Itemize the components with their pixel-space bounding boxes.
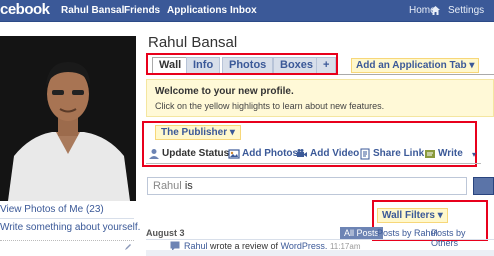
- wall-filters-button[interactable]: Wall Filters ▾: [377, 208, 448, 223]
- video-camera-icon: [297, 149, 307, 157]
- photo-icon: [228, 149, 240, 159]
- write-button[interactable]: Write: [438, 148, 463, 159]
- filter-posts-by-rahul[interactable]: Posts by Rahul: [377, 228, 438, 238]
- nav-item-inbox[interactable]: Inbox: [230, 5, 257, 16]
- facebook-logo[interactable]: cebook: [0, 1, 50, 18]
- update-status-button[interactable]: Update Status: [162, 148, 229, 159]
- filter-posts-by-others[interactable]: Posts by Others: [431, 228, 494, 248]
- nav-item-settings[interactable]: Settings: [448, 5, 484, 16]
- welcome-text: Click on the yellow highlights to learn …: [155, 101, 385, 111]
- house-icon: [431, 6, 440, 15]
- share-link-button[interactable]: Share Link: [373, 148, 424, 159]
- chevron-down-icon: ▾: [437, 210, 443, 221]
- nav-item-friends[interactable]: Friends: [124, 5, 160, 16]
- feed-date-header: August 3: [146, 228, 185, 238]
- add-photos-button[interactable]: Add Photos: [242, 148, 298, 159]
- status-input-name: Rahul: [153, 180, 182, 192]
- more-chevron-icon[interactable]: ▾: [472, 150, 476, 159]
- divider: [0, 240, 134, 241]
- divider: [146, 239, 494, 240]
- chevron-down-icon: ▾: [469, 60, 475, 71]
- tabs-highlight-box: [146, 53, 338, 75]
- profile-photo-image: [0, 36, 136, 201]
- status-input[interactable]: Rahul is: [147, 177, 467, 195]
- status-input-verb: is: [184, 180, 193, 192]
- publisher-button[interactable]: The Publisher ▾: [155, 125, 241, 140]
- welcome-notice: Welcome to your new profile. Click on th…: [146, 79, 494, 117]
- wall-filters-label: Wall Filters: [382, 210, 435, 221]
- profile-name: Rahul Bansal: [148, 34, 238, 51]
- publisher-label: The Publisher: [161, 127, 228, 138]
- add-application-tab-button[interactable]: Add an Application Tab ▾: [351, 58, 480, 73]
- add-video-button[interactable]: Add Video: [310, 148, 359, 159]
- chevron-down-icon: ▾: [229, 127, 235, 138]
- welcome-title: Welcome to your new profile.: [155, 86, 294, 97]
- profile-photo[interactable]: [0, 36, 136, 201]
- note-icon: [425, 150, 435, 158]
- nav-item-profile[interactable]: Rahul Bansal: [61, 5, 124, 16]
- pencil-icon[interactable]: [124, 243, 132, 251]
- nav-item-applications[interactable]: Applications: [167, 5, 227, 16]
- write-about-yourself-link[interactable]: Write something about yourself.: [0, 222, 140, 233]
- user-icon: [149, 149, 159, 159]
- add-application-tab-label: Add an Application Tab: [356, 60, 467, 71]
- view-photos-link[interactable]: View Photos of Me (23): [0, 204, 104, 215]
- share-button[interactable]: [473, 177, 494, 195]
- divider: [0, 218, 134, 219]
- story-bar: [146, 250, 494, 256]
- publisher-underline: [146, 163, 481, 164]
- top-navigation-bar: cebook Rahul Bansal Friends Applications…: [0, 0, 494, 22]
- link-icon: [360, 148, 370, 160]
